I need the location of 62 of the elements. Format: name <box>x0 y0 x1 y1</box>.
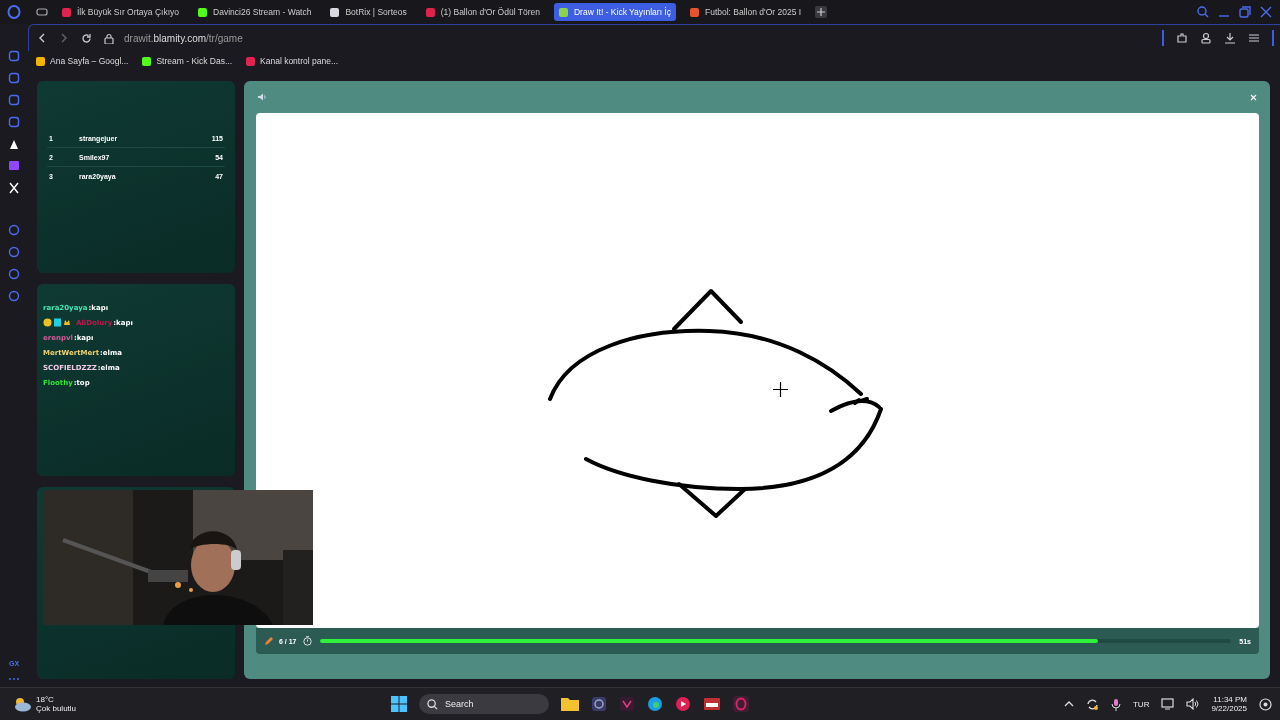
sidebar-tool-icon[interactable] <box>8 268 20 280</box>
app-icon[interactable] <box>703 696 721 712</box>
browser-tab[interactable]: İlk Büyük Sır Ortaya Çıkıyo <box>57 3 185 21</box>
weather-icon[interactable] <box>12 696 32 712</box>
start-icon[interactable] <box>391 696 407 712</box>
sidebar-app-icon[interactable] <box>8 72 20 84</box>
notification-icon[interactable] <box>1259 697 1272 711</box>
sidebar-tool-icon[interactable] <box>8 290 20 302</box>
browser-logo-icon[interactable] <box>733 696 749 712</box>
new-tab-button[interactable] <box>815 6 828 18</box>
gamepad-icon[interactable] <box>36 7 48 17</box>
timer-icon <box>302 636 312 646</box>
weather-text: Çok bulutlu <box>36 704 77 713</box>
sidebar-tool-icon[interactable] <box>8 246 20 258</box>
menu-icon[interactable] <box>1248 32 1260 44</box>
sidebar-app-icon[interactable] <box>8 116 20 128</box>
forward-icon[interactable] <box>59 33 69 43</box>
twitch-icon[interactable] <box>8 160 20 172</box>
profile-icon[interactable] <box>1200 32 1212 44</box>
lock-icon <box>104 32 114 44</box>
browser-tab[interactable]: Davinci26 Stream - Watch <box>193 3 317 21</box>
browser-tab[interactable]: (1) Ballon d'Or Ödül Tören <box>420 3 545 21</box>
restore-icon[interactable] <box>1239 6 1251 18</box>
volume-icon[interactable] <box>1186 698 1200 710</box>
sidebar-app-icon[interactable] <box>8 50 20 62</box>
sidebar-app-icon[interactable] <box>8 94 20 106</box>
sidebar-tool-icon[interactable] <box>8 224 20 236</box>
sync-icon[interactable] <box>1085 697 1099 711</box>
pencil-icon <box>264 636 273 646</box>
edge-icon[interactable] <box>647 696 663 712</box>
crosshair-icon <box>773 382 788 397</box>
microphone-icon[interactable] <box>1110 697 1121 711</box>
language-indicator[interactable]: TUR <box>1132 699 1150 709</box>
close-icon[interactable] <box>1260 6 1272 18</box>
sound-icon[interactable] <box>258 93 267 101</box>
download-icon[interactable] <box>1224 32 1236 44</box>
bookmark[interactable]: Kanal kontrol pane... <box>246 56 338 66</box>
temperature: 18°C <box>36 695 55 704</box>
app-icon[interactable] <box>591 696 607 712</box>
kick-app-icon[interactable] <box>8 138 20 150</box>
browser-logo-icon[interactable] <box>7 5 21 19</box>
network-icon[interactable] <box>1161 698 1175 710</box>
folder-icon[interactable] <box>561 696 579 712</box>
x-icon[interactable] <box>8 182 20 194</box>
extensions-icon[interactable] <box>1176 32 1188 44</box>
browser-tab[interactable]: Futbol: Ballon d'Or 2025 I <box>685 3 807 21</box>
browser-tab[interactable]: BotRix | Sorteos <box>325 3 412 21</box>
search-field[interactable]: Search <box>419 694 549 714</box>
back-icon[interactable] <box>37 33 47 43</box>
search-icon[interactable] <box>1197 6 1209 18</box>
reload-icon[interactable] <box>81 32 92 44</box>
address-field[interactable]: drawit.blamity.com/tr/game <box>124 32 243 44</box>
search-icon <box>427 698 438 710</box>
clock-date[interactable]: 9/22/2025 <box>1211 704 1247 713</box>
more-icon[interactable] <box>8 677 20 681</box>
drawing-canvas[interactable] <box>256 113 1259 628</box>
chevron-up-icon[interactable] <box>1063 699 1074 709</box>
bookmark[interactable]: Stream - Kick Das... <box>142 56 233 66</box>
bookmark[interactable]: Ana Sayfa – Googl... <box>36 56 129 66</box>
music-app-icon[interactable] <box>675 696 691 712</box>
clock-time[interactable]: 11:34 PM <box>1213 695 1247 704</box>
browser-tab[interactable]: Draw It! - Kick Yayınları İç <box>554 3 676 21</box>
